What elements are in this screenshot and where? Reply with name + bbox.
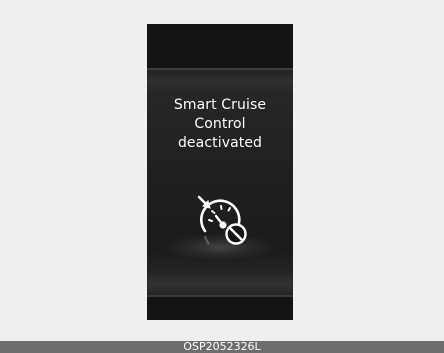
message-line-2: Control xyxy=(194,116,246,132)
cluster-display-panel: Smart Cruise Control deactivated xyxy=(147,24,293,320)
caption-bar: OSP2052326L xyxy=(0,341,444,353)
smart-cruise-control-off-icon xyxy=(197,195,247,245)
status-message: Smart Cruise Control deactivated xyxy=(147,96,293,153)
manual-figure: Smart Cruise Control deactivated OSP2052… xyxy=(0,0,444,353)
figure-code: OSP2052326L xyxy=(183,340,261,353)
message-line-1: Smart Cruise xyxy=(173,97,267,113)
message-line-3: deactivated xyxy=(177,135,263,151)
